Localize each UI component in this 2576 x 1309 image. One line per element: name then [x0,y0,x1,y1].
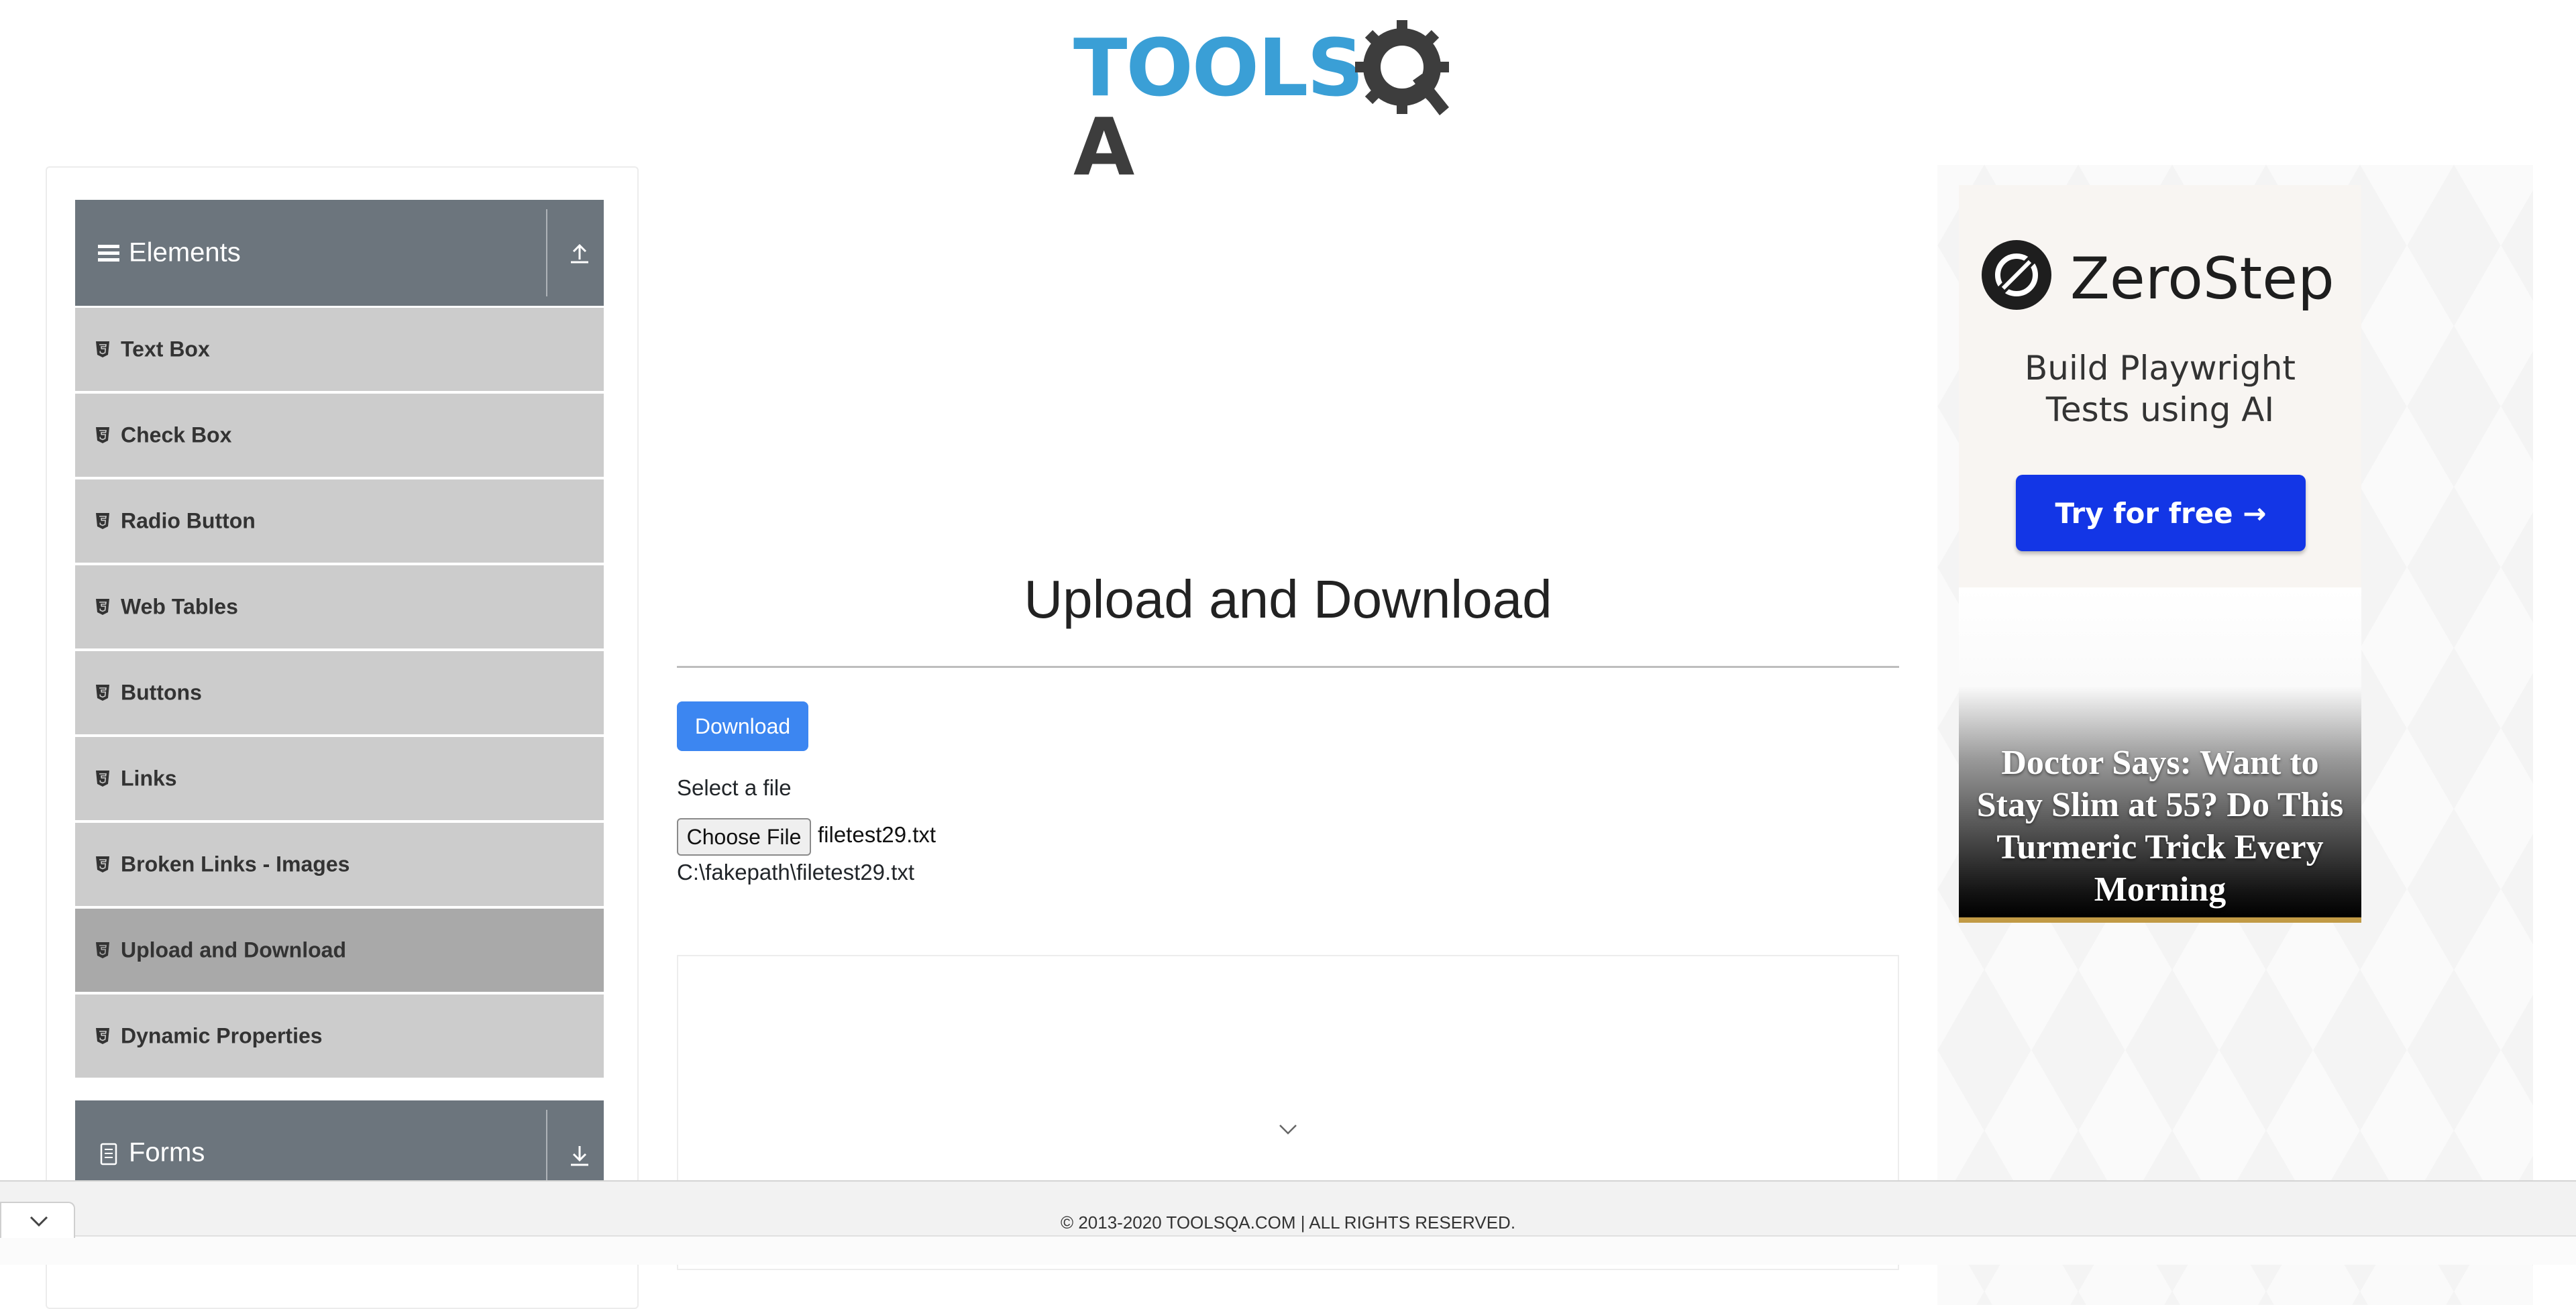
sidebar-item-check-box[interactable]: Check Box [75,394,604,477]
sidebar-item-label: Upload and Download [121,937,346,962]
hamburger-icon [98,245,119,262]
html5-shield-icon [96,513,109,529]
zerostep-ad[interactable]: ZeroStep Build Playwright Tests using AI… [1959,185,2361,587]
sidebar-item-label: Check Box [121,422,232,447]
sidebar-item-label: Web Tables [121,594,238,619]
page-title: Upload and Download [1024,569,1552,629]
sidebar-item-broken-links[interactable]: Broken Links - Images [75,823,604,906]
try-for-free-button[interactable]: Try for free → [2016,475,2306,551]
divider [546,209,547,296]
upload-arrow-icon[interactable] [569,241,590,265]
footer-strip [0,1235,2576,1265]
sidebar-item-text-box[interactable]: Text Box [75,308,604,391]
sidebar-item-label: Radio Button [121,508,256,533]
sidebar-item-web-tables[interactable]: Web Tables [75,565,604,648]
html5-shield-icon [96,942,109,958]
group-title: Forms [129,1137,205,1168]
group-header-elements[interactable]: Elements [75,200,604,306]
document-icon [100,1143,117,1165]
logo-gear-magnifier-icon [1355,20,1449,115]
group-title: Elements [129,237,241,268]
sidebar-item-upload-and-download[interactable]: Upload and Download [75,909,604,992]
html5-shield-icon [96,427,109,443]
sidebar-item-label: Dynamic Properties [121,1023,323,1048]
sidebar-item-dynamic-properties[interactable]: Dynamic Properties [75,994,604,1078]
toolsqa-logo[interactable]: TOOLSA [1073,20,1506,186]
turmeric-ad-headline: Doctor Says: Want to Stay Slim at 55? Do… [1976,744,2344,909]
turmeric-ad[interactable]: Doctor Says: Want to Stay Slim at 55? Do… [1959,587,2361,923]
html5-shield-icon [96,1028,109,1044]
choose-file-button[interactable]: Choose File [677,818,811,856]
sidebar-item-links[interactable]: Links [75,737,604,820]
sidebar-item-label: Text Box [121,337,210,361]
zerostep-brand: ZeroStep [2070,245,2334,312]
chosen-file-name: filetest29.txt [818,822,936,847]
zerostep-tagline: Build Playwright Tests using AI [1959,347,2361,431]
copyright-text: © 2013-2020 TOOLSQA.COM | ALL RIGHTS RES… [1060,1212,1516,1233]
uploaded-file-path: C:\fakepath\filetest29.txt [677,860,915,885]
html5-shield-icon [96,599,109,615]
html5-shield-icon [96,856,109,872]
html5-shield-icon [96,685,109,701]
download-button[interactable]: Download [677,701,808,751]
html5-shield-icon [96,341,109,357]
sidebar-item-label: Links [121,766,177,791]
chevron-down-icon[interactable] [1276,1120,1300,1139]
tagline-line-1: Build Playwright [2024,349,2296,388]
select-file-label: Select a file [677,775,792,800]
title-divider [677,666,1899,668]
sidebar-item-buttons[interactable]: Buttons [75,651,604,734]
tagline-line-2: Tests using AI [2045,390,2275,429]
sidebar-item-label: Broken Links - Images [121,852,350,876]
sidebar-item-radio-button[interactable]: Radio Button [75,479,604,563]
sidebar-item-label: Buttons [121,680,202,705]
download-arrow-icon[interactable] [569,1143,590,1168]
logo-text-a: A [1073,101,1134,193]
zerostep-logo-icon [1982,240,2051,310]
footer: © 2013-2020 TOOLSQA.COM | ALL RIGHTS RES… [0,1180,2576,1265]
html5-shield-icon [96,771,109,787]
